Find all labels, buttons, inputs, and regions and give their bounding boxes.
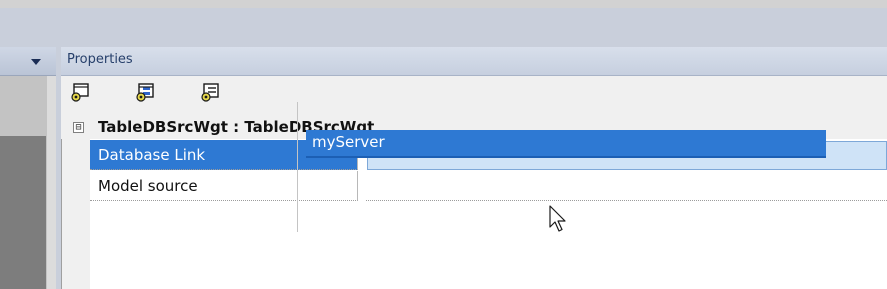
property-row-model-source[interactable]: Model source [90,171,887,201]
properties-view-icon[interactable] [69,82,91,104]
chevron-down-icon[interactable] [31,59,41,65]
properties-panel-header: Properties [61,47,887,76]
collapse-icon[interactable]: ⊟ [73,122,84,133]
dropdown-option-myserver[interactable]: myServer [312,133,385,151]
alphabetical-view-icon[interactable] [199,82,221,104]
model-source-value[interactable] [366,171,887,201]
categorized-view-icon[interactable] [134,82,156,104]
window-top-strip [0,0,887,8]
property-grid-margin [61,116,90,289]
database-link-dropdown-list[interactable]: myServer [306,130,826,158]
properties-toolbar [61,76,887,114]
left-panel-content [0,136,46,289]
left-panel-edge [47,76,56,289]
properties-panel: Properties ⊟ TableDBSrcWgt: TableDBSrcW… [61,47,887,289]
left-panel-header [0,47,56,76]
property-grid-margin-line [61,116,62,289]
toolbar-area [0,8,887,46]
property-name[interactable]: Model source [90,171,358,201]
mouse-cursor-icon [548,205,568,233]
properties-panel-title: Properties [67,52,133,67]
column-divider[interactable] [297,102,298,232]
